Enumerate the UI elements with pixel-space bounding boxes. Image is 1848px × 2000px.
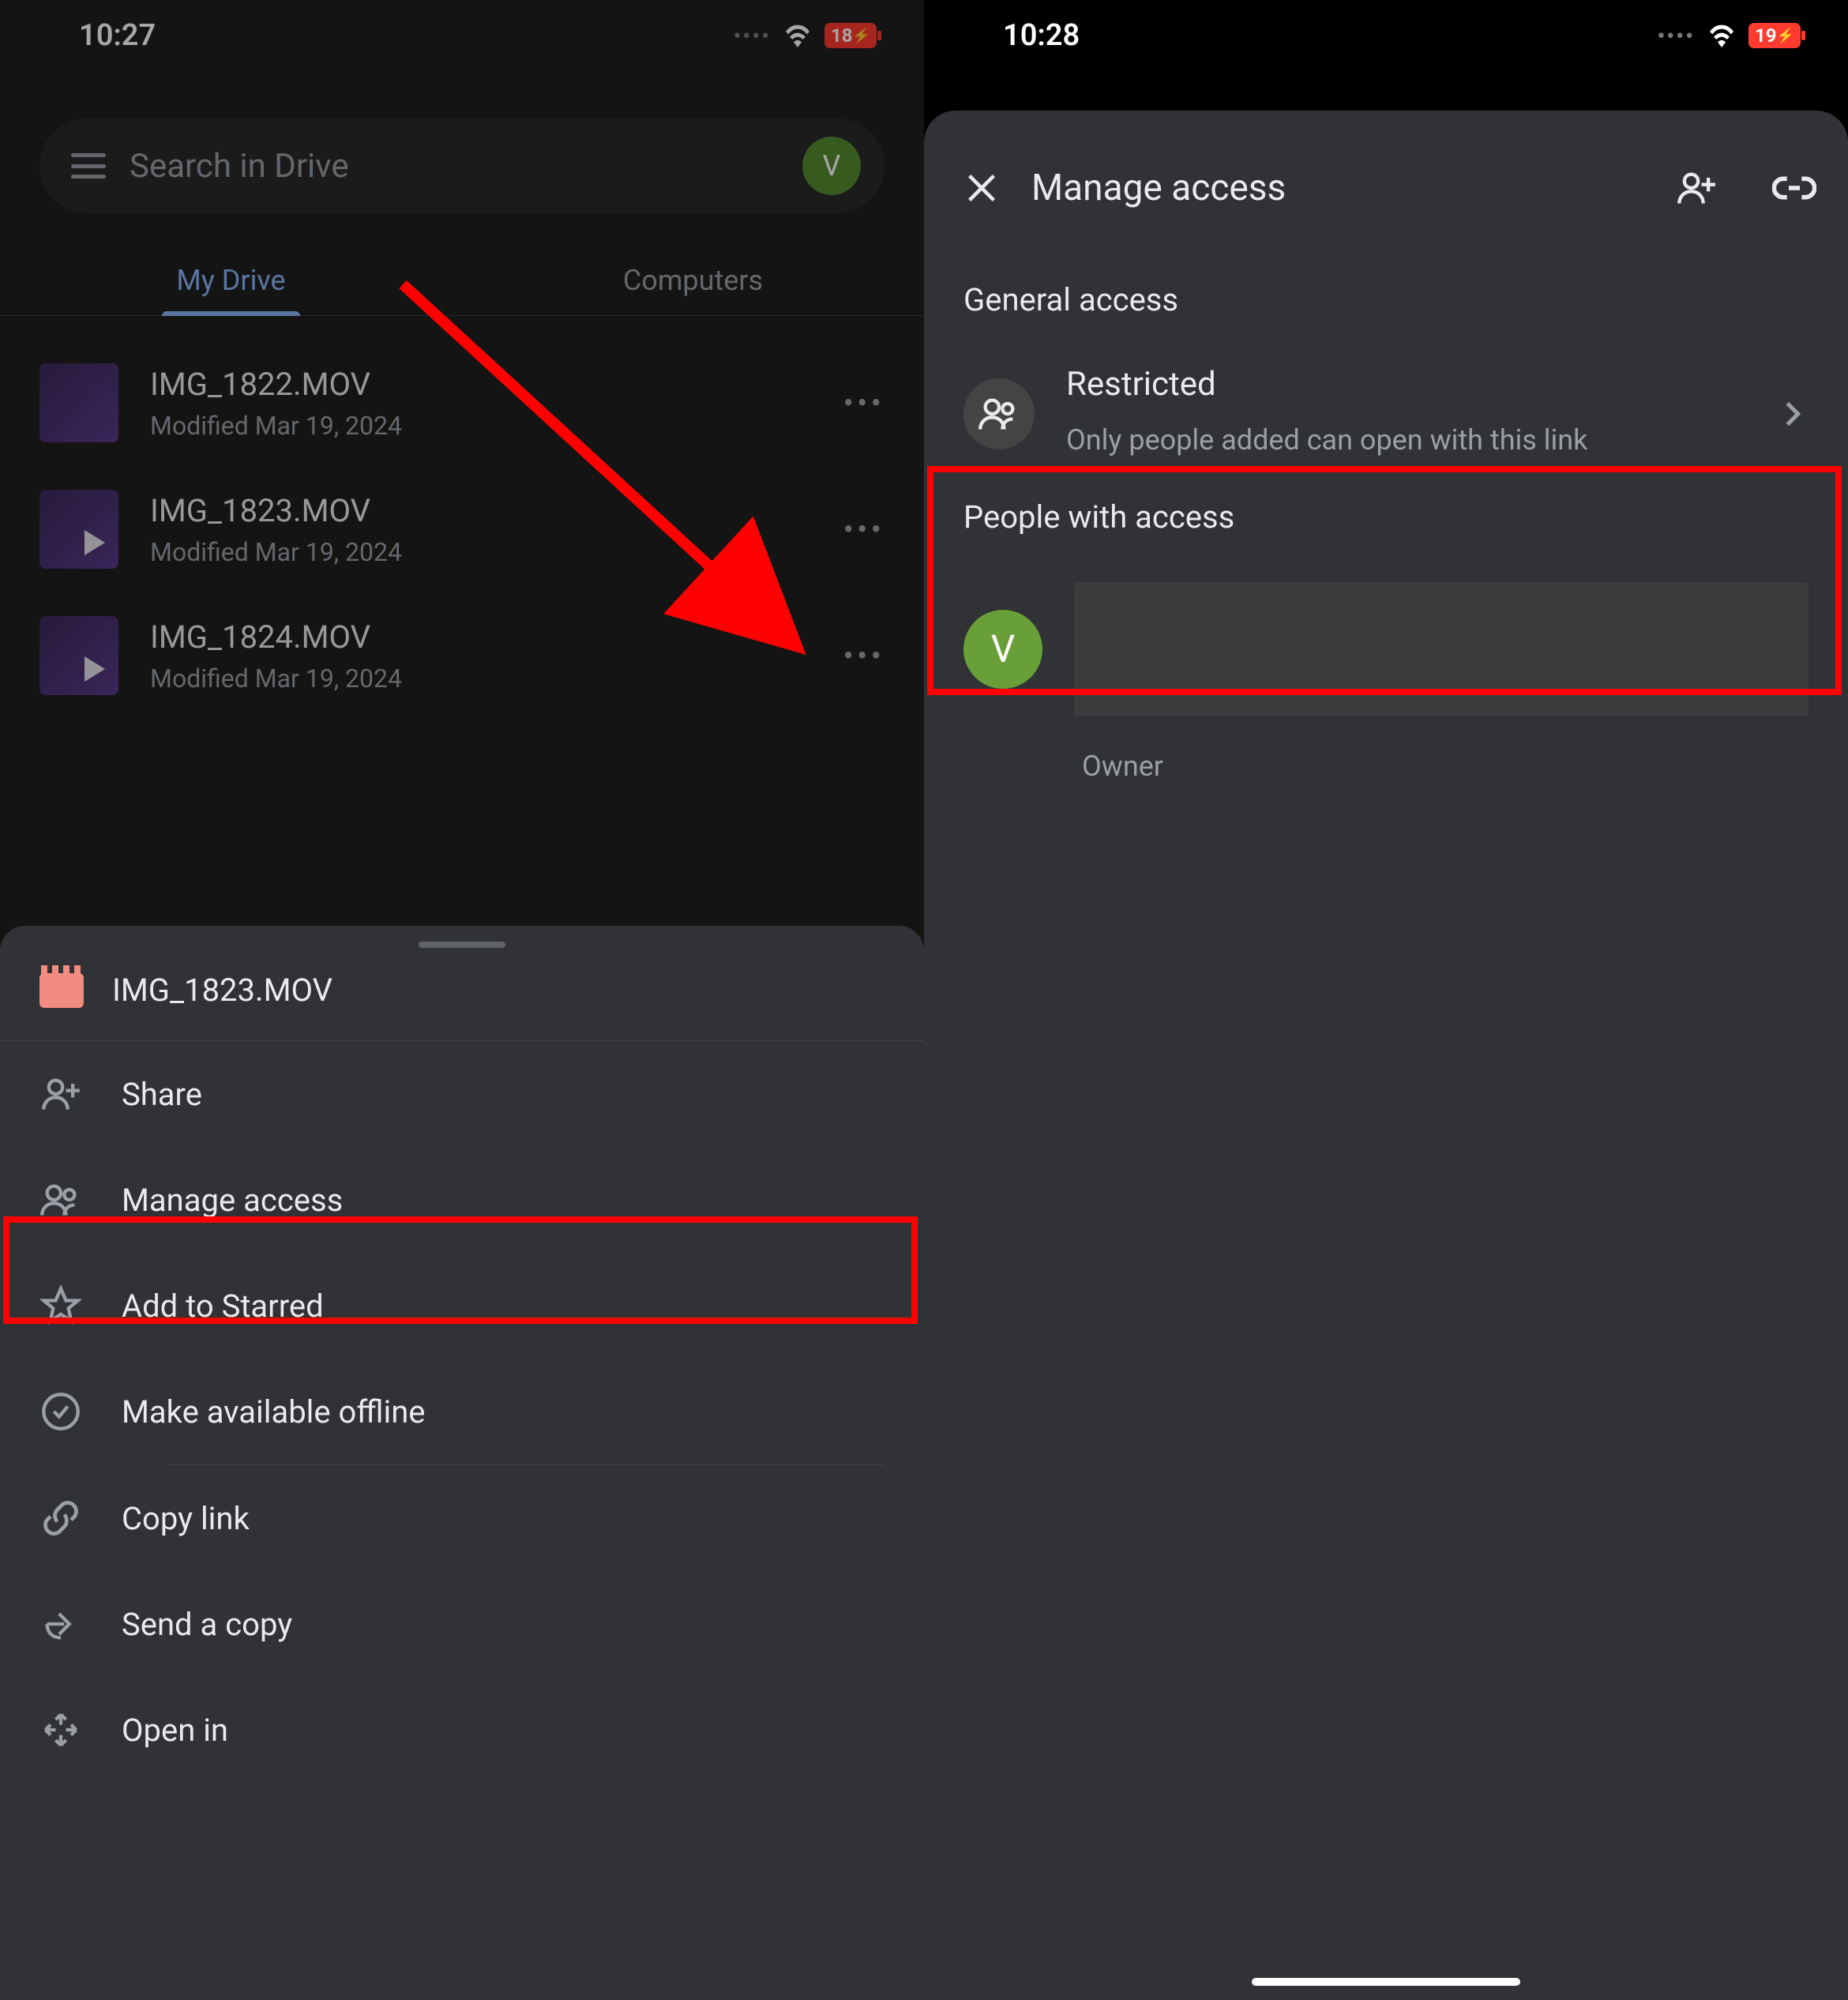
action-label: Open in: [122, 1712, 228, 1749]
battery-indicator: 19⚡: [1748, 23, 1801, 48]
action-label: Add to Starred: [122, 1288, 324, 1325]
file-name: IMG_1824.MOV: [150, 618, 812, 656]
search-placeholder: Search in Drive: [130, 147, 779, 186]
sheet-header: IMG_1823.MOV: [0, 964, 924, 1041]
wifi-icon: [1706, 24, 1737, 47]
file-row[interactable]: IMG_1824.MOV Modified Mar 19, 2024 •••: [0, 592, 924, 719]
link-icon[interactable]: [1772, 166, 1816, 210]
file-name: IMG_1823.MOV: [150, 492, 812, 529]
status-icons: •••• 19⚡: [1657, 23, 1801, 49]
star-icon: [39, 1284, 82, 1327]
file-row[interactable]: IMG_1823.MOV Modified Mar 19, 2024 •••: [0, 466, 924, 592]
clock: 10:27: [79, 18, 156, 53]
file-modified: Modified Mar 19, 2024: [150, 664, 812, 694]
clock: 10:28: [1003, 18, 1080, 53]
close-icon[interactable]: [963, 170, 1000, 206]
battery-indicator: 18⚡: [824, 23, 877, 48]
action-manage-access[interactable]: Manage access: [0, 1147, 924, 1253]
tab-computers[interactable]: Computers: [462, 245, 924, 315]
action-add-to-starred[interactable]: Add to Starred: [0, 1253, 924, 1359]
phone-right: 10:28 •••• 19⚡ Manage access General acc…: [924, 0, 1848, 2000]
video-thumbnail: [39, 363, 118, 442]
file-modified: Modified Mar 19, 2024: [150, 537, 812, 567]
action-label: Make available offline: [122, 1393, 426, 1430]
file-list: IMG_1822.MOV Modified Mar 19, 2024 ••• I…: [0, 316, 924, 719]
general-access-label: General access: [924, 265, 1848, 346]
access-description: Only people added can open with this lin…: [1066, 418, 1745, 464]
home-indicator[interactable]: [1252, 1978, 1520, 1986]
access-level: Restricted: [1066, 365, 1745, 404]
action-label: Share: [122, 1076, 202, 1113]
people-with-access-label: People with access: [924, 483, 1848, 563]
person-row[interactable]: V: [924, 563, 1848, 735]
status-bar: 10:27 •••• 18⚡: [0, 0, 924, 71]
action-share[interactable]: Share: [0, 1041, 924, 1147]
chevron-right-icon: [1777, 398, 1809, 430]
open-in-icon: [39, 1709, 82, 1751]
action-make-offline[interactable]: Make available offline: [0, 1359, 924, 1464]
drive-tabs: My Drive Computers: [0, 245, 924, 316]
send-icon: [39, 1603, 82, 1645]
manage-access-sheet: Manage access General access Restricted …: [924, 111, 1848, 2000]
status-bar: 10:28 •••• 19⚡: [924, 0, 1848, 71]
action-open-in[interactable]: Open in: [0, 1677, 924, 1783]
action-label: Copy link: [122, 1500, 250, 1537]
menu-icon[interactable]: [71, 153, 106, 179]
status-icons: •••• 18⚡: [733, 23, 877, 49]
user-avatar: V: [963, 610, 1042, 689]
account-avatar[interactable]: V: [802, 137, 861, 195]
user-role: Owner: [924, 750, 1848, 783]
person-add-icon: [39, 1073, 82, 1115]
file-row[interactable]: IMG_1822.MOV Modified Mar 19, 2024 •••: [0, 340, 924, 466]
cellular-icon: ••••: [1657, 23, 1695, 49]
add-person-icon[interactable]: [1676, 167, 1717, 209]
file-more-icon[interactable]: •••: [843, 511, 885, 548]
video-thumbnail: [39, 616, 118, 695]
search-bar[interactable]: Search in Drive V: [39, 118, 885, 213]
video-thumbnail: [39, 490, 118, 569]
sheet-grabber[interactable]: [419, 942, 505, 948]
phone-left: 10:27 •••• 18⚡ Search in Drive V My Driv…: [0, 0, 924, 2000]
general-access-row[interactable]: Restricted Only people added can open wi…: [924, 346, 1848, 483]
wifi-icon: [782, 24, 813, 47]
action-send-copy[interactable]: Send a copy: [0, 1571, 924, 1677]
people-icon: [39, 1179, 82, 1221]
link-icon: [39, 1497, 82, 1539]
people-icon: [963, 378, 1035, 449]
tab-my-drive[interactable]: My Drive: [0, 245, 462, 315]
file-name: IMG_1822.MOV: [150, 366, 812, 403]
cellular-icon: ••••: [733, 23, 771, 49]
action-label: Send a copy: [122, 1606, 292, 1643]
sheet-title: Manage access: [1031, 167, 1644, 209]
file-modified: Modified Mar 19, 2024: [150, 411, 812, 441]
file-more-icon[interactable]: •••: [843, 385, 885, 422]
video-file-icon: [39, 973, 84, 1008]
file-actions-sheet: IMG_1823.MOV Share Manage access Add to …: [0, 926, 924, 2000]
sheet-top-bar: Manage access: [924, 111, 1848, 265]
offline-icon: [39, 1390, 82, 1433]
file-more-icon[interactable]: •••: [843, 637, 885, 675]
action-label: Manage access: [122, 1182, 343, 1219]
action-copy-link[interactable]: Copy link: [0, 1465, 924, 1571]
sheet-file-name: IMG_1823.MOV: [112, 972, 332, 1009]
user-name-redacted: [1074, 582, 1809, 716]
